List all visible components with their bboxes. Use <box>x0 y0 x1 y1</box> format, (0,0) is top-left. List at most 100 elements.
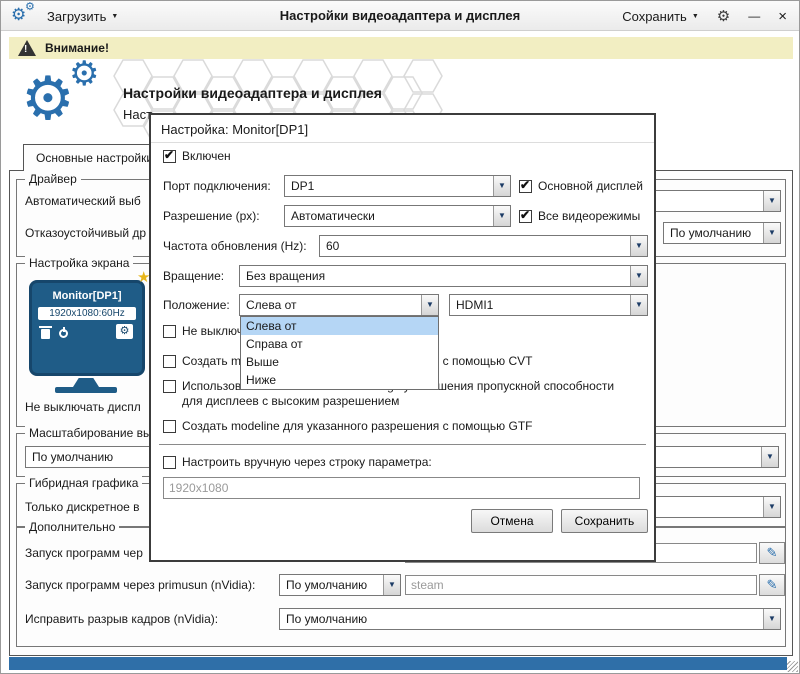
position-option[interactable]: Ниже <box>241 371 438 389</box>
run-programs-label: Запуск программ чер <box>25 542 143 564</box>
hybrid-label: Только дискретное в <box>25 496 140 518</box>
chevron-down-icon: ▼ <box>498 181 506 190</box>
primus-input[interactable] <box>405 575 757 595</box>
port-value: DP1 <box>291 176 491 196</box>
dialog-save-button[interactable]: Сохранить <box>561 509 648 533</box>
dropdown-arrow-button[interactable]: ▼ <box>383 575 400 595</box>
load-button-label: Загрузить <box>47 9 106 24</box>
tearing-dropdown[interactable]: По умолчанию ▼ <box>279 608 781 630</box>
load-button[interactable]: Загрузить ▼ <box>47 9 118 24</box>
chevron-down-icon: ▼ <box>768 502 776 511</box>
position-options-list: Слева от Справа от Выше Ниже <box>240 316 439 390</box>
relative-display-dropdown[interactable]: HDMI1 ▼ <box>449 294 648 316</box>
settings-gear-icon[interactable]: ⚙ <box>717 7 730 25</box>
manual-label: Настроить вручную через строку параметра… <box>182 455 432 470</box>
tab-main-settings[interactable]: Основные настройки <box>23 144 166 171</box>
dropdown-arrow-button[interactable]: ▼ <box>630 236 647 256</box>
chevron-down-icon: ▼ <box>498 211 506 220</box>
position-value: Слева от <box>246 295 419 315</box>
auto-driver-label: Автоматический выб <box>25 190 141 212</box>
hybrid-group-legend: Гибридная графика <box>25 476 142 490</box>
dropdown-arrow-button[interactable]: ▼ <box>630 295 647 315</box>
enabled-label: Включен <box>182 149 231 164</box>
check-icon: ✔ <box>164 148 174 162</box>
warning-banner: ! Внимание! <box>9 37 793 59</box>
checkbox[interactable] <box>163 456 176 469</box>
gtf-checkbox-row[interactable]: Создать modeline для указанного разрешен… <box>163 419 533 434</box>
scaling-group-legend: Масштабирование вы <box>25 426 156 440</box>
chevron-down-icon: ▼ <box>692 13 699 20</box>
primary-display-checkbox-row[interactable]: ✔ Основной дисплей <box>519 179 643 194</box>
dropdown-arrow-button[interactable]: ▼ <box>630 266 647 286</box>
no-poweroff-checkbox-row[interactable]: Не выключ <box>163 324 243 339</box>
position-option[interactable]: Справа от <box>241 335 438 353</box>
monitor-widget[interactable]: Monitor[DP1] 1920x1080:60Hz ⚙ <box>29 280 145 376</box>
chevron-down-icon: ▼ <box>635 300 643 309</box>
dropdown-arrow-button[interactable]: ▼ <box>763 497 780 517</box>
save-button[interactable]: Сохранить ▼ <box>622 9 699 24</box>
position-option[interactable]: Слева от <box>241 317 438 335</box>
pencil-icon: ✎ <box>767 545 778 560</box>
rotation-dropdown[interactable]: Без вращения ▼ <box>239 265 648 287</box>
extra-group-legend: Дополнительно <box>25 520 119 534</box>
checkbox[interactable]: ✔ <box>163 150 176 163</box>
chevron-down-icon: ▼ <box>635 271 643 280</box>
dropdown-arrow-button[interactable]: ▼ <box>493 206 510 226</box>
refresh-value: 60 <box>326 236 628 256</box>
gear-icon: ⚙ <box>11 6 26 23</box>
dropdown-arrow-button[interactable]: ▼ <box>493 176 510 196</box>
position-option[interactable]: Выше <box>241 353 438 371</box>
resize-grip[interactable] <box>787 661 798 672</box>
dropdown-arrow-button[interactable]: ▼ <box>763 609 780 629</box>
primus-edit-button[interactable]: ✎ <box>759 574 785 596</box>
primus-label: Запуск программ через primusun (nVidia): <box>25 574 255 596</box>
gear-icon: ⚙ <box>25 2 35 13</box>
checkbox[interactable] <box>163 355 176 368</box>
gtf-label: Создать modeline для указанного разрешен… <box>182 419 533 434</box>
close-button[interactable]: × <box>778 8 787 25</box>
page-subtitle: Наст <box>123 107 152 122</box>
monitor-stand-base <box>55 387 117 393</box>
position-label: Положение: <box>163 294 230 316</box>
checkbox[interactable] <box>163 420 176 433</box>
failsafe-driver-label: Отказоустойчивый др <box>25 222 146 244</box>
page-title: Настройки видеоадаптера и дисплея <box>123 85 382 101</box>
chevron-down-icon: ▼ <box>426 300 434 309</box>
checkbox[interactable]: ✔ <box>519 210 532 223</box>
manual-mode-input[interactable] <box>163 477 640 499</box>
save-button-label: Сохранить <box>622 9 687 24</box>
no-poweroff-label: Не выключ <box>182 324 243 339</box>
chevron-down-icon: ▼ <box>766 452 774 461</box>
driver-group-legend: Драйвер <box>25 172 81 186</box>
monitor-settings-gear-icon[interactable]: ⚙ <box>116 324 133 339</box>
all-modes-checkbox-row[interactable]: ✔ Все видеорежимы <box>519 209 640 224</box>
port-dropdown[interactable]: DP1 ▼ <box>284 175 511 197</box>
trash-icon[interactable] <box>41 329 50 339</box>
checkbox[interactable] <box>163 325 176 338</box>
position-dropdown[interactable]: Слева от ▼ <box>239 294 439 316</box>
rotation-value: Без вращения <box>246 266 628 286</box>
refresh-dropdown[interactable]: 60 ▼ <box>319 235 648 257</box>
enabled-checkbox-row[interactable]: ✔ Включен <box>163 149 231 164</box>
dropdown-arrow-button[interactable]: ▼ <box>763 191 780 211</box>
dropdown-arrow-button[interactable]: ▼ <box>761 447 778 467</box>
checkbox[interactable]: ✔ <box>519 180 532 193</box>
resolution-dropdown[interactable]: Автоматически ▼ <box>284 205 511 227</box>
tearing-label: Исправить разрыв кадров (nVidia): <box>25 608 218 630</box>
primus-dropdown[interactable]: По умолчанию ▼ <box>279 574 401 596</box>
run-programs-edit-button[interactable]: ✎ <box>759 542 785 564</box>
relative-display-value: HDMI1 <box>456 295 628 315</box>
chevron-down-icon: ▼ <box>388 580 396 589</box>
dropdown-arrow-button[interactable]: ▼ <box>763 223 780 243</box>
failsafe-driver-dropdown[interactable]: По умолчанию ▼ <box>663 222 781 244</box>
checkbox[interactable] <box>163 380 176 393</box>
pencil-icon: ✎ <box>767 577 778 592</box>
cancel-button[interactable]: Отмена <box>471 509 553 533</box>
screen-group-legend: Настройка экрана <box>25 256 133 270</box>
warning-icon: ! <box>18 40 36 56</box>
power-icon[interactable] <box>59 329 68 338</box>
app-logo-gears-icon: ⚙ ⚙ <box>11 3 39 29</box>
minimize-button[interactable]: — <box>748 9 760 23</box>
manual-checkbox-row[interactable]: Настроить вручную через строку параметра… <box>163 455 432 470</box>
dropdown-arrow-button[interactable]: ▼ <box>421 295 438 315</box>
